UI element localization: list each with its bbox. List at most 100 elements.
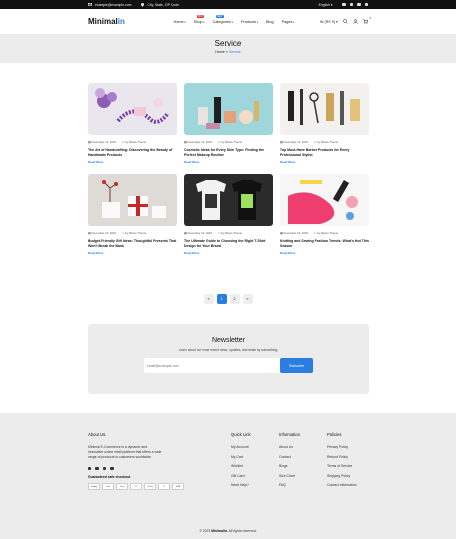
header-actions: IN (RS ₹) ▾ 0 xyxy=(320,17,371,24)
nav-label: Categories xyxy=(212,19,231,24)
footer-link[interactable]: Need Help? xyxy=(231,483,251,487)
post-title[interactable]: Knitting and Sewing Fashion Trends: What… xyxy=(280,239,369,249)
footer-link[interactable]: Contact Information xyxy=(327,483,357,487)
site-footer: About Us. Minimal E-Commerce is a dynami… xyxy=(0,413,456,539)
post-author-text: by Marco Theme xyxy=(125,231,147,235)
nav-pages[interactable]: Pages ▾ xyxy=(282,20,295,24)
blog-card: ▦ November 13, 2023 ⚇ by Marco Theme Bud… xyxy=(88,174,177,255)
top-bar: example@example.com City, State, ZIP Cod… xyxy=(0,0,456,9)
pinterest-icon[interactable] xyxy=(110,467,114,471)
blog-thumbnail-sewing[interactable] xyxy=(280,174,369,226)
blog-card: ▦ November 13, 2023 ⚇ by Marco Theme The… xyxy=(88,83,177,164)
payment-method-icon: shopify xyxy=(88,483,100,491)
breadcrumb-home[interactable]: Home xyxy=(215,50,225,54)
post-title[interactable]: Top Must-Have Barber Products for Every … xyxy=(280,148,369,158)
footer-link[interactable]: Contact xyxy=(279,455,300,459)
twitter-icon[interactable] xyxy=(95,467,99,471)
read-more-link[interactable]: Read More xyxy=(88,251,103,255)
payment-method-icon: VISA xyxy=(172,483,184,491)
pinterest-icon[interactable] xyxy=(364,2,368,7)
currency-label: IN (RS ₹) xyxy=(319,19,336,24)
footer-social xyxy=(88,467,184,471)
subscribe-button[interactable]: Subscribe xyxy=(280,358,313,373)
footer-link[interactable]: Shipping Policy xyxy=(327,474,357,478)
search-icon[interactable] xyxy=(343,19,348,24)
blog-grid: ▦ November 13, 2023 ⚇ by Marco Theme The… xyxy=(88,83,369,255)
payment-icons: shopify Pay Pay B G Pay P VISA xyxy=(88,483,184,491)
user-icon[interactable] xyxy=(353,19,358,24)
chevron-down-icon: ▾ xyxy=(202,20,205,24)
language-select[interactable]: English ▾ xyxy=(319,3,333,7)
post-title[interactable]: Budget-Friendly Gift Ideas: Thoughtful P… xyxy=(88,239,177,249)
twitter-icon[interactable] xyxy=(349,2,354,7)
pagination-page[interactable]: 2 xyxy=(229,294,240,304)
nav-label: Blog xyxy=(266,19,274,24)
read-more-link[interactable]: Read More xyxy=(280,251,295,255)
blog-card: ▦ November 13, 2023 ⚇ by Marco Theme The… xyxy=(184,174,273,255)
site-logo[interactable]: Minimalin xyxy=(88,17,168,26)
facebook-icon[interactable] xyxy=(88,467,92,471)
location-icon xyxy=(141,2,145,7)
nav-blog[interactable]: Blog xyxy=(266,20,274,24)
blog-card: ▦ November 13, 2023 ⚇ by Marco Theme Cos… xyxy=(184,83,273,164)
pagination-page[interactable]: 1 xyxy=(216,294,227,304)
youtube-icon[interactable] xyxy=(102,467,107,471)
copyright-brand[interactable]: Minimalin. xyxy=(211,529,228,533)
nav-categories[interactable]: Categories ▾ NEW xyxy=(212,14,233,24)
footer-link[interactable]: Refund Policy xyxy=(327,455,357,459)
blog-meta: ▦ November 13, 2023 ⚇ by Marco Theme xyxy=(280,140,369,144)
footer-link[interactable]: FAQ xyxy=(279,483,300,487)
post-author-text: by Marco Theme xyxy=(317,231,339,235)
footer-link[interactable]: Size Chart xyxy=(279,474,300,478)
newsletter-email-input[interactable] xyxy=(144,358,280,373)
blog-thumbnail-tshirts[interactable] xyxy=(184,174,273,226)
nav-shop[interactable]: Shop ▾ HOT xyxy=(194,14,205,24)
post-date-text: November 13, 2023 xyxy=(187,231,212,235)
post-date: ▦ November 13, 2023 xyxy=(88,140,116,144)
pagination: «1 2» xyxy=(0,294,456,304)
pagination-prev[interactable]: « xyxy=(203,294,214,304)
footer-link[interactable]: Blogs xyxy=(279,464,300,468)
footer-link[interactable]: Gift Card xyxy=(231,474,251,478)
currency-select[interactable]: IN (RS ₹) ▾ xyxy=(320,20,338,24)
post-author-text: by Marco Theme xyxy=(221,140,243,144)
post-title[interactable]: The Art of Handcrafting: Discovering the… xyxy=(88,148,177,158)
topbar-social xyxy=(342,2,368,7)
facebook-icon[interactable] xyxy=(342,2,346,7)
guarantee-label: Guaranteed safe checkout xyxy=(88,475,131,480)
read-more-link[interactable]: Read More xyxy=(184,251,199,255)
read-more-link[interactable]: Read More xyxy=(184,160,199,164)
nav-products[interactable]: Products ▾ xyxy=(241,20,258,24)
post-title[interactable]: The Ultimate Guide to Choosing the Right… xyxy=(184,239,273,249)
blog-thumbnail-cosmetics[interactable] xyxy=(184,83,273,135)
read-more-link[interactable]: Read More xyxy=(280,160,295,164)
topbar-email[interactable]: example@example.com xyxy=(88,3,131,7)
blog-thumbnail-beads-flowers[interactable] xyxy=(88,83,177,135)
blog-thumbnail-barber-tools[interactable] xyxy=(280,83,369,135)
post-author-text: by Marco Theme xyxy=(221,231,243,235)
pagination-next[interactable]: » xyxy=(242,294,253,304)
copyright: © 2023 Minimalin. All rights reserved. xyxy=(0,529,456,533)
language-label: English xyxy=(318,2,330,7)
payment-method-icon: B xyxy=(130,483,142,491)
footer-link[interactable]: Terms of Service xyxy=(327,464,357,468)
payment-method-icon: G Pay xyxy=(144,483,156,491)
footer-col-information: Information About Us Contact Blogs Size Char… xyxy=(279,432,300,493)
nav-home[interactable]: Home ▾ xyxy=(174,20,186,24)
read-more-link[interactable]: Read More xyxy=(88,160,103,164)
footer-link[interactable]: My Cart xyxy=(231,455,251,459)
post-date: ▦ November 13, 2023 xyxy=(280,140,308,144)
youtube-icon[interactable] xyxy=(357,2,361,7)
footer-link[interactable]: Wishlist xyxy=(231,464,251,468)
copyright-pre: © 2023 xyxy=(199,529,211,533)
payment-method-icon: Pay xyxy=(102,483,114,491)
footer-link[interactable]: My Account xyxy=(231,445,251,449)
post-title[interactable]: Cosmetic Ideas for Every Skin Type: Find… xyxy=(184,148,273,158)
nav-badge: NEW xyxy=(215,14,224,19)
newsletter-text: Learn about our most recent news, update… xyxy=(178,348,279,352)
cart-button[interactable]: 0 xyxy=(363,17,371,24)
footer-link[interactable]: About Us xyxy=(279,445,300,449)
footer-link[interactable]: Privacy Policy xyxy=(327,445,357,449)
blog-thumbnail-gift-boxes[interactable] xyxy=(88,174,177,226)
post-author-text: by Marco Theme xyxy=(125,140,147,144)
